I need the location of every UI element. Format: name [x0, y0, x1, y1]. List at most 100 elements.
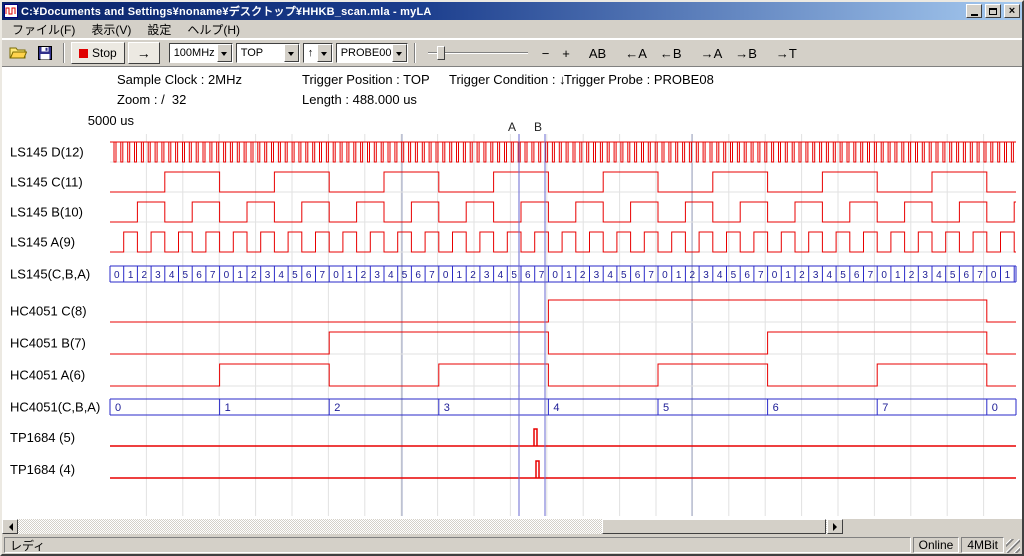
- move-a-right-button[interactable]: →A: [698, 45, 726, 62]
- bus-value: 4: [388, 270, 394, 281]
- trigger-edge-select[interactable]: ↑: [303, 43, 333, 63]
- waveform-trace: [110, 300, 1016, 322]
- scroll-right-button[interactable]: [827, 519, 843, 534]
- minimize-icon: [971, 14, 978, 16]
- menu-item-help[interactable]: ヘルプ(H): [179, 19, 248, 40]
- bus-value: 5: [840, 270, 846, 281]
- bus-value: 0: [333, 270, 339, 281]
- trigger-probe-select[interactable]: PROBE00: [336, 43, 408, 63]
- marker-label-b: B: [534, 120, 542, 134]
- bus-value: 3: [594, 270, 600, 281]
- bus-value: 7: [648, 270, 654, 281]
- zoom-in-button[interactable]: +: [559, 45, 573, 62]
- waveform-trace: [110, 232, 1016, 252]
- dropdown-arrow-icon[interactable]: [392, 44, 407, 62]
- resize-grip[interactable]: [1006, 539, 1020, 553]
- bus-value: 3: [922, 270, 928, 281]
- channel-label: LS145 B(10): [10, 205, 83, 220]
- bus-value: 3: [444, 402, 450, 414]
- move-b-left-button[interactable]: ←B: [657, 45, 685, 62]
- status-ready-panel: レディ: [4, 537, 911, 553]
- scrollbar-thumb[interactable]: [602, 519, 826, 534]
- menu-item-file[interactable]: ファイル(F): [4, 19, 83, 40]
- channel-label: TP1684 (5): [10, 430, 75, 445]
- stop-label: Stop: [92, 46, 117, 60]
- bus-value: 4: [607, 270, 613, 281]
- bus-value: 6: [854, 270, 860, 281]
- toolbar-separator: [63, 43, 65, 63]
- bus-value: 1: [1005, 270, 1011, 281]
- sample-clock-value: 100MHz: [170, 47, 217, 59]
- scroll-left-button[interactable]: [2, 519, 18, 534]
- bus-value: 4: [169, 270, 175, 281]
- goto-trigger-button[interactable]: →T: [773, 45, 800, 62]
- bus-value: 1: [457, 270, 463, 281]
- bus-value: 4: [717, 270, 723, 281]
- trigger-position-select[interactable]: TOP: [236, 43, 300, 63]
- menu-bar: ファイル(F)表示(V)設定ヘルプ(H): [2, 20, 1022, 39]
- dropdown-arrow-icon[interactable]: [284, 44, 299, 62]
- sample-clock-select[interactable]: 100MHz: [169, 43, 233, 63]
- bus-value: 6: [744, 270, 750, 281]
- channel-label: TP1684 (4): [10, 462, 75, 477]
- zoom-slider[interactable]: [428, 44, 528, 62]
- bus-value: 6: [415, 270, 421, 281]
- zoom-slider-handle[interactable]: [437, 46, 445, 60]
- bus-value: 6: [635, 270, 641, 281]
- maximize-button[interactable]: [985, 4, 1001, 18]
- run-arrow-icon: →: [137, 45, 151, 61]
- move-b-right-button[interactable]: →B: [732, 45, 760, 62]
- bus-value: 0: [115, 402, 121, 414]
- bus-value: 3: [703, 270, 709, 281]
- bus-value: 3: [155, 270, 161, 281]
- move-a-left-button[interactable]: ←A: [622, 45, 650, 62]
- bus-value: 7: [868, 270, 874, 281]
- window-title: C:¥Documents and Settings¥noname¥デスクトップ¥…: [21, 3, 963, 19]
- status-memory-panel: 4MBit: [961, 537, 1004, 553]
- stop-button[interactable]: Stop: [71, 42, 125, 64]
- title-bar[interactable]: C:¥Documents and Settings¥noname¥デスクトップ¥…: [2, 2, 1022, 20]
- dropdown-arrow-icon[interactable]: [317, 44, 332, 62]
- bus-value: 4: [936, 270, 942, 281]
- dropdown-arrow-icon[interactable]: [217, 44, 232, 62]
- bus-value: 0: [443, 270, 449, 281]
- bus-value: 1: [225, 402, 231, 414]
- bus-value: 7: [977, 270, 983, 281]
- bus-value: 2: [799, 270, 805, 281]
- bus-value: 5: [621, 270, 627, 281]
- status-online-text: Online: [919, 538, 954, 552]
- channel-label: LS145 C(11): [10, 175, 83, 190]
- bus-value: 3: [374, 270, 380, 281]
- bus-value: 5: [950, 270, 956, 281]
- marker-label-a: A: [508, 120, 516, 134]
- zoom-out-button[interactable]: −: [539, 45, 553, 62]
- bus-value: 5: [731, 270, 737, 281]
- bus-value: 2: [251, 270, 257, 281]
- waveform-area[interactable]: LS145 D(12)LS145 C(11)LS145 B(10)LS145 A…: [2, 68, 1022, 519]
- menu-item-settings[interactable]: 設定: [139, 19, 179, 40]
- bus-value: 6: [773, 402, 779, 414]
- minimize-button[interactable]: [966, 4, 982, 18]
- close-button[interactable]: ×: [1004, 4, 1020, 18]
- bus-value: 4: [827, 270, 833, 281]
- bus-value: 0: [224, 270, 230, 281]
- toolbar-separator: [414, 43, 416, 63]
- menu-item-view[interactable]: 表示(V): [83, 19, 139, 40]
- horizontal-scrollbar: [2, 519, 1022, 534]
- waveform-trace: [110, 461, 1016, 478]
- app-icon: [4, 4, 18, 18]
- bus-value: 2: [361, 270, 367, 281]
- bus-value: 0: [772, 270, 778, 281]
- trigger-edge-value: ↑: [304, 47, 317, 59]
- open-file-button[interactable]: [6, 42, 30, 64]
- scroll-left-icon: [5, 523, 13, 531]
- bus-value: 1: [128, 270, 134, 281]
- bus-value: 5: [663, 402, 669, 414]
- run-button[interactable]: →: [128, 42, 160, 64]
- ab-span-button[interactable]: AB: [586, 45, 609, 62]
- bus-value: 4: [553, 402, 559, 414]
- status-online-panel: Online: [913, 537, 960, 553]
- channel-label: LS145(C,B,A): [10, 267, 90, 282]
- save-button[interactable]: [33, 42, 57, 64]
- bus-value: 7: [210, 270, 216, 281]
